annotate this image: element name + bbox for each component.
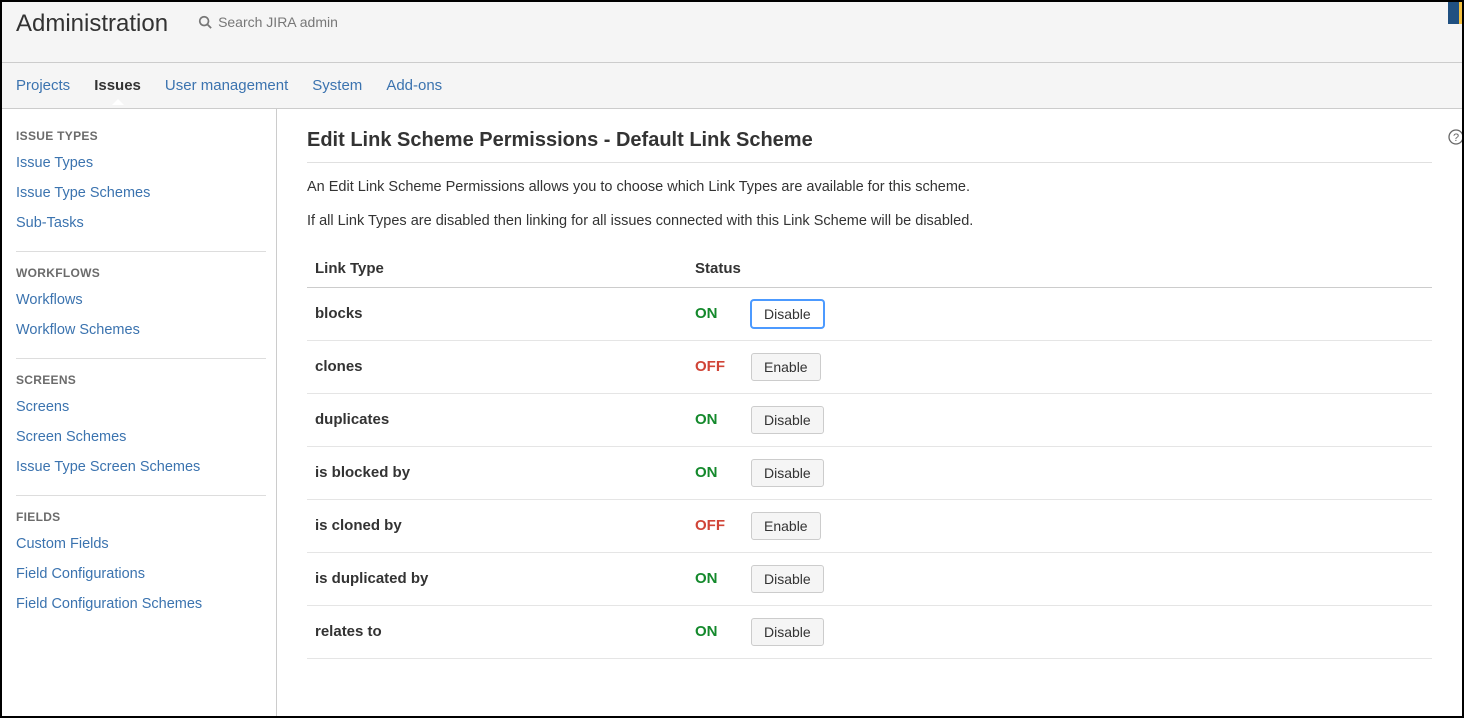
- enable-button[interactable]: Enable: [751, 512, 821, 540]
- link-type-status: ON: [687, 446, 743, 499]
- sidebar-item-issue-types[interactable]: Issue Types: [16, 155, 266, 171]
- disable-button[interactable]: Disable: [751, 565, 824, 593]
- disable-button[interactable]: Disable: [751, 300, 824, 328]
- help-icon[interactable]: ?: [1448, 129, 1462, 145]
- link-type-status: ON: [687, 287, 743, 340]
- link-type-status: ON: [687, 605, 743, 658]
- sidebar-item-custom-fields[interactable]: Custom Fields: [16, 536, 266, 552]
- sidebar-heading: WORKFLOWS: [16, 266, 266, 280]
- link-type-status: ON: [687, 552, 743, 605]
- admin-title: Administration: [16, 10, 168, 38]
- link-type-action-cell: Enable: [743, 499, 1432, 552]
- page-title: Edit Link Scheme Permissions - Default L…: [307, 129, 1432, 163]
- sidebar-heading: SCREENS: [16, 373, 266, 387]
- nav-tab-user-management[interactable]: User management: [165, 67, 288, 104]
- link-type-action-cell: Disable: [743, 605, 1432, 658]
- table-row: is blocked byON Disable: [307, 446, 1432, 499]
- disable-button[interactable]: Disable: [751, 618, 824, 646]
- disable-button[interactable]: Disable: [751, 406, 824, 434]
- link-type-name: is duplicated by: [307, 552, 687, 605]
- table-row: duplicatesON Disable: [307, 393, 1432, 446]
- sidebar-group: WORKFLOWS Workflows Workflow Schemes: [16, 266, 266, 359]
- sidebar-item-workflows[interactable]: Workflows: [16, 292, 266, 308]
- link-type-name: is blocked by: [307, 446, 687, 499]
- admin-nav-tabs: Projects Issues User management System Add-o…: [2, 63, 1462, 109]
- nav-tab-add-ons[interactable]: Add-ons: [386, 67, 442, 104]
- link-types-tbody: blocksONDisableclonesOFFEnableduplicates…: [307, 287, 1432, 658]
- nav-tab-system[interactable]: System: [312, 67, 362, 104]
- enable-button[interactable]: Enable: [751, 353, 821, 381]
- desc-line-1: An Edit Link Scheme Permissions allows y…: [307, 177, 1432, 197]
- table-row: is duplicated byON Disable: [307, 552, 1432, 605]
- table-row: relates toON Disable: [307, 605, 1432, 658]
- desc-line-2: If all Link Types are disabled then link…: [307, 211, 1432, 231]
- admin-search[interactable]: Search JIRA admin: [198, 14, 338, 30]
- link-type-name: relates to: [307, 605, 687, 658]
- sidebar-item-screens[interactable]: Screens: [16, 399, 266, 415]
- sidebar-item-sub-tasks[interactable]: Sub-Tasks: [16, 215, 266, 231]
- table-row: blocksON Disable: [307, 287, 1432, 340]
- link-type-action-cell: Disable: [743, 287, 1432, 340]
- col-header-status: Status: [687, 250, 1432, 288]
- disable-button[interactable]: Disable: [751, 459, 824, 487]
- link-types-table: Link Type Status blocksONDisableclonesOF…: [307, 250, 1432, 659]
- sidebar-item-field-configurations[interactable]: Field Configurations: [16, 566, 266, 582]
- admin-sidebar: ISSUE TYPES Issue Types Issue Type Schemes…: [2, 109, 277, 716]
- search-placeholder: Search JIRA admin: [218, 14, 338, 30]
- sidebar-heading: FIELDS: [16, 510, 266, 524]
- link-type-name: is cloned by: [307, 499, 687, 552]
- search-icon: [198, 15, 212, 29]
- link-type-action-cell: Disable: [743, 552, 1432, 605]
- sidebar-heading: ISSUE TYPES: [16, 129, 266, 143]
- main-content: ? Edit Link Scheme Permissions - Default…: [277, 109, 1462, 716]
- admin-header: Administration Search JIRA admin: [2, 2, 1462, 63]
- table-row: is cloned byOFF Enable: [307, 499, 1432, 552]
- sidebar-item-field-configuration-schemes[interactable]: Field Configuration Schemes: [16, 596, 266, 612]
- link-type-action-cell: Disable: [743, 446, 1432, 499]
- link-type-status: ON: [687, 393, 743, 446]
- link-type-status: OFF: [687, 340, 743, 393]
- link-type-status: OFF: [687, 499, 743, 552]
- sidebar-item-screen-schemes[interactable]: Screen Schemes: [16, 429, 266, 445]
- sidebar-item-workflow-schemes[interactable]: Workflow Schemes: [16, 322, 266, 338]
- link-type-name: clones: [307, 340, 687, 393]
- link-type-action-cell: Disable: [743, 393, 1432, 446]
- sidebar-group: ISSUE TYPES Issue Types Issue Type Schemes…: [16, 129, 266, 252]
- link-type-name: blocks: [307, 287, 687, 340]
- sidebar-item-issue-type-screen-schemes[interactable]: Issue Type Screen Schemes: [16, 459, 266, 475]
- table-row: clonesOFF Enable: [307, 340, 1432, 393]
- sidebar-group: SCREENS Screens Screen Schemes Issue Type S…: [16, 373, 266, 496]
- nav-tab-projects[interactable]: Projects: [16, 67, 70, 104]
- nav-tab-issues[interactable]: Issues: [94, 67, 141, 104]
- feedback-icon[interactable]: [1448, 2, 1462, 24]
- svg-text:?: ?: [1453, 132, 1459, 144]
- sidebar-item-issue-type-schemes[interactable]: Issue Type Schemes: [16, 185, 266, 201]
- col-header-linktype: Link Type: [307, 250, 687, 288]
- sidebar-group: FIELDS Custom Fields Field Configurations F…: [16, 510, 266, 632]
- link-type-name: duplicates: [307, 393, 687, 446]
- link-type-action-cell: Enable: [743, 340, 1432, 393]
